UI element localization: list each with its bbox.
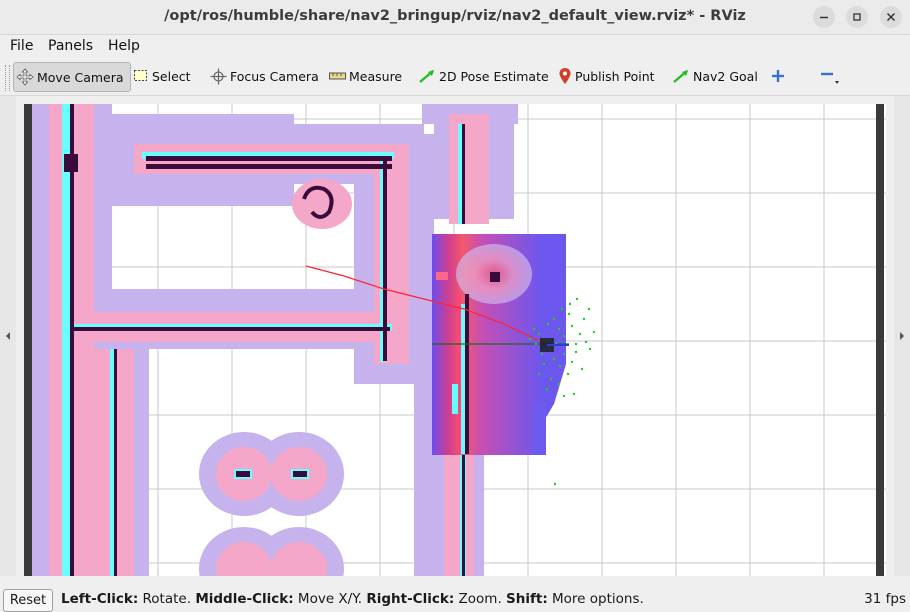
maximize-icon [853,13,861,21]
remove-tool-button[interactable] [819,62,844,90]
close-button[interactable] [880,6,902,28]
menu-file[interactable]: File [10,38,33,54]
menu-bar: File Panels Help [0,35,910,59]
green-arrow-icon [673,70,688,83]
publish-point-tool[interactable]: Publish Point [558,62,655,90]
status-hint: Left-Click: Rotate. Middle-Click: Move X… [61,591,644,607]
focus-camera-label: Focus Camera [230,68,319,84]
select-icon [134,70,147,81]
minus-icon [821,72,839,84]
hint-text: Move X/Y. [293,591,367,607]
hint-key: Middle-Click: [195,591,294,607]
nav2-goal-label: Nav2 Goal [693,68,758,84]
toolbar-handle[interactable] [5,65,10,91]
viewport-right-edge [876,104,884,576]
focus-camera-icon [210,68,227,84]
move-camera-tool[interactable]: Move Camera [13,62,131,92]
reset-button[interactable]: Reset [3,589,53,612]
title-bar: /opt/ros/humble/share/nav2_bringup/rviz/… [0,0,910,35]
minimize-button[interactable] [813,6,835,28]
ruler-icon [329,72,346,80]
maximize-button[interactable] [846,6,868,28]
viewport-left-edge [24,104,32,576]
add-tool-button[interactable] [771,62,788,90]
hint-key: Right-Click: [366,591,455,607]
focus-camera-tool[interactable]: Focus Camera [210,62,319,90]
pose-estimate-label: 2D Pose Estimate [439,68,549,84]
render-viewport[interactable] [24,104,886,576]
hint-text: More options. [547,591,644,607]
menu-help[interactable]: Help [108,38,140,54]
publish-point-label: Publish Point [575,68,655,84]
hint-key: Shift: [506,591,548,607]
right-dock-toggle[interactable] [894,96,910,576]
hint-key: Left-Click: [61,591,139,607]
costmap-render [24,104,886,576]
nav2-goal-tool[interactable]: Nav2 Goal [672,62,758,90]
left-dock-toggle[interactable] [0,96,16,576]
chevron-right-icon [900,332,904,340]
plus-icon [772,70,784,82]
select-tool[interactable]: Select [133,62,191,90]
chevron-left-icon [6,332,10,340]
menu-panels[interactable]: Panels [48,38,93,54]
status-bar: Reset Left-Click: Rotate. Middle-Click: … [0,586,910,612]
measure-label: Measure [349,68,403,84]
window-title: /opt/ros/humble/share/nav2_bringup/rviz/… [164,8,746,24]
close-icon [886,12,896,22]
move-camera-label: Move Camera [37,69,124,85]
hint-text: Zoom. [454,591,507,607]
map-pin-icon [559,68,571,84]
measure-tool[interactable]: Measure [329,62,402,90]
pose-estimate-tool[interactable]: 2D Pose Estimate [418,62,549,90]
tool-bar: Move Camera Select Focus Camera Measure … [0,59,910,96]
hint-text: Rotate. [138,591,196,607]
move-camera-icon [16,68,34,86]
minimize-icon [820,16,828,19]
select-label: Select [152,68,191,84]
fps-counter: 31 fps [864,591,906,607]
green-arrow-icon [419,70,434,83]
